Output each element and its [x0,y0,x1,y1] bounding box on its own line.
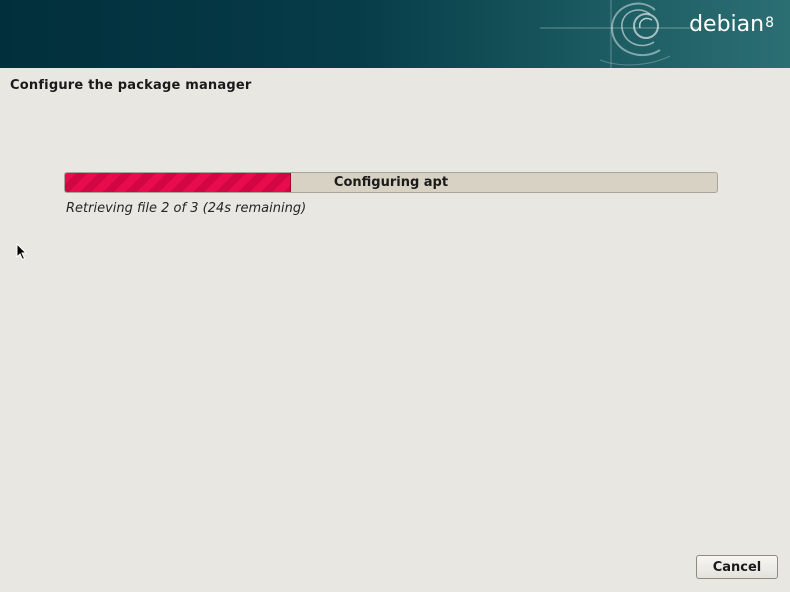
progress-label: Configuring apt [333,175,449,190]
progress-bar: Configuring apt [64,172,718,193]
header-banner: debian8 [0,0,790,68]
progress-status-text: Retrieving file 2 of 3 (24s remaining) [66,201,307,216]
logo-version: 8 [765,15,774,31]
debian-swirl-icon [540,0,700,68]
cancel-button[interactable]: Cancel [696,555,778,579]
logo-text: debian [689,12,765,37]
mouse-pointer-icon [16,243,28,261]
debian-logo: debian8 [689,12,774,37]
page-title: Configure the package manager [10,78,252,93]
